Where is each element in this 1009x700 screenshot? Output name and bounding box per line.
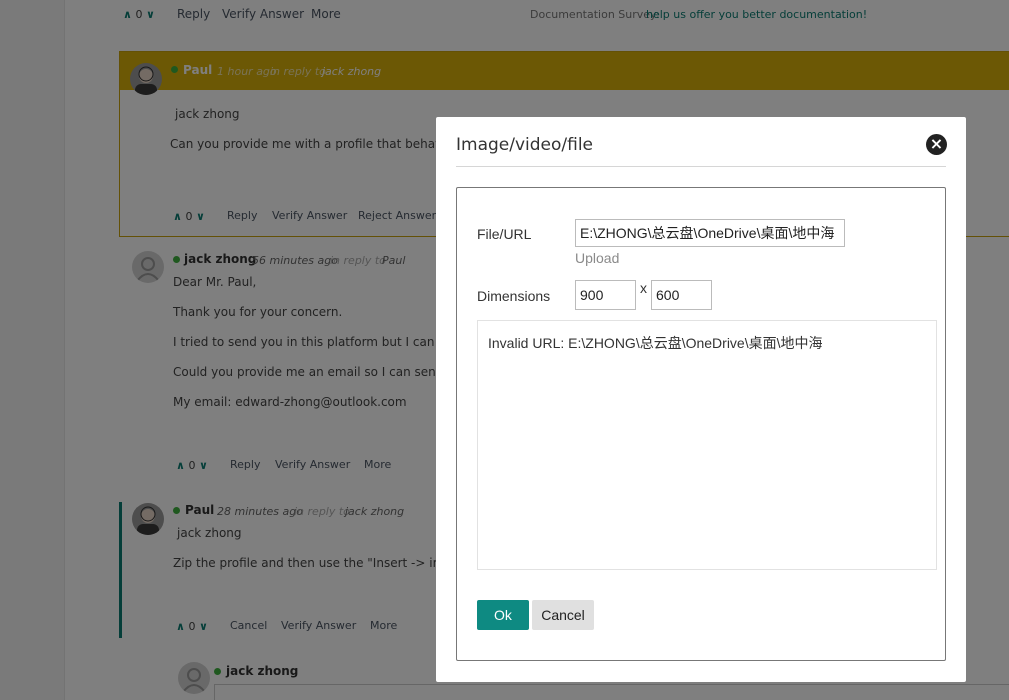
width-input[interactable]: 900 (575, 280, 636, 310)
upload-link[interactable]: Upload (575, 250, 619, 266)
dialog-form-frame: File/URL E:\ZHONG\总云盘\OneDrive\桌面\地中海 Up… (456, 187, 946, 661)
dimensions-label: Dimensions (477, 288, 551, 304)
dimension-separator: x (640, 280, 647, 296)
insert-media-dialog: Image/video/file × File/URL E:\ZHONG\总云盘… (436, 117, 966, 682)
cancel-button[interactable]: Cancel (532, 600, 594, 630)
dialog-title: Image/video/file (456, 135, 594, 155)
invalid-url-message: Invalid URL: E:\ZHONG\总云盘\OneDrive\桌面\地中… (488, 335, 823, 351)
height-input[interactable]: 600 (651, 280, 712, 310)
ok-button[interactable]: Ok (477, 600, 529, 630)
file-url-input[interactable]: E:\ZHONG\总云盘\OneDrive\桌面\地中海 (575, 219, 845, 247)
dialog-divider (456, 166, 946, 167)
close-icon[interactable]: × (926, 134, 947, 155)
file-url-label: File/URL (477, 226, 532, 242)
preview-area: Invalid URL: E:\ZHONG\总云盘\OneDrive\桌面\地中… (477, 320, 937, 570)
